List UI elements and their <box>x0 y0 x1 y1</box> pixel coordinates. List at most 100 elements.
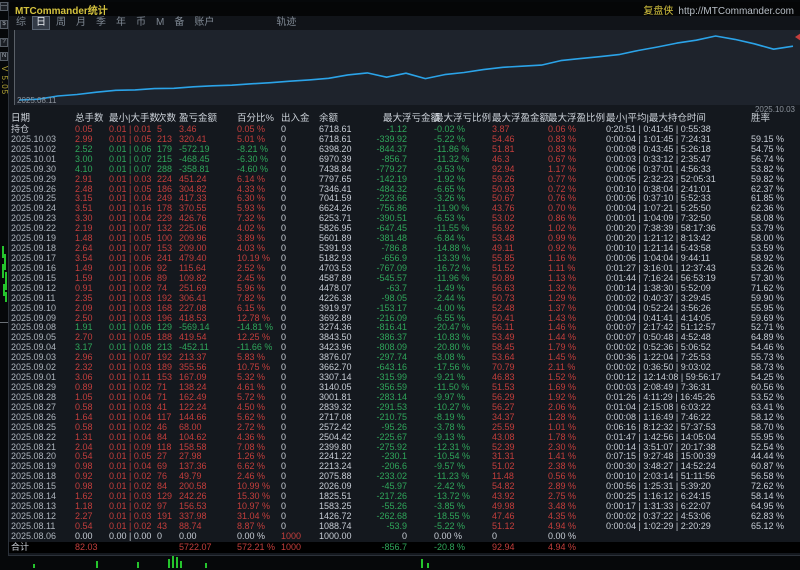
row-label: 2025.08.22 <box>11 433 75 443</box>
cell-max-float-profit: 92.94 <box>492 542 548 553</box>
column-spacer <box>407 383 434 393</box>
menu-item-4[interactable]: 月 <box>73 17 89 29</box>
candle-bar <box>2 264 4 278</box>
cell-min-max-lots: 0.01 | 0.04 <box>109 433 157 443</box>
cell-max-float-loss: -225.67 <box>369 433 407 443</box>
menu-item-7[interactable]: 币 <box>133 17 149 29</box>
column-spacer <box>407 413 434 423</box>
menu-item-3[interactable]: 周 <box>53 17 69 29</box>
total-row-band: 合计82.035722.07572.21 %1000-856.7-20.8 %9… <box>9 542 800 553</box>
cell-pnl: 5722.07 <box>179 542 237 553</box>
menu-item-5[interactable]: 季 <box>93 17 109 29</box>
column-spacer <box>407 214 434 224</box>
volume-bar <box>168 559 170 568</box>
column-spacer <box>407 274 434 284</box>
total-row[interactable]: 合计82.035722.07572.21 %1000-856.7-20.8 %9… <box>11 542 800 553</box>
column-spacer <box>407 264 434 274</box>
cell-hold-times: 0:00:04 | 1:02:29 | 2:20:29 <box>606 522 751 532</box>
menu-item-10[interactable]: 账户 <box>191 17 217 29</box>
cell-deposit: 0 <box>281 135 319 145</box>
cell-hold-times: 0:01:47 | 1:42:56 | 14:05:04 <box>606 433 751 443</box>
cell-trade-count: 0 <box>157 532 179 542</box>
table-row[interactable]: 2025.08.060.000.00 | 0.0000.000.00 %1000… <box>11 532 799 542</box>
column-spacer <box>407 125 434 135</box>
cell-hold-times <box>606 532 751 542</box>
col-header-pnl: 盈亏金额 <box>179 110 237 124</box>
cell-deposit: 1000 <box>281 532 319 542</box>
stats-window: MTCommander统计 复盘侠http://MTCommander.com … <box>8 2 800 556</box>
help-icon[interactable]: ? <box>0 38 8 47</box>
cell-pnl: 0.00 <box>179 532 237 542</box>
column-spacer <box>407 403 434 413</box>
table-row[interactable]: 2025.08.221.310.01 | 0.0484104.624.36 %0… <box>11 433 799 443</box>
column-spacer <box>407 175 434 185</box>
column-spacer <box>407 373 434 383</box>
cell-deposit: 0 <box>281 423 319 433</box>
minimize-icon[interactable]: — <box>0 2 8 11</box>
menu-item-8[interactable]: M <box>153 17 167 29</box>
cell-deposit: 0 <box>281 482 319 492</box>
cell-deposit: 0 <box>281 383 319 393</box>
cell-deposit: 0 <box>281 363 319 373</box>
n-icon[interactable]: N <box>0 52 8 61</box>
column-spacer <box>407 234 434 244</box>
cell-deposit: 0 <box>281 333 319 343</box>
cell-deposit: 0 <box>281 165 319 175</box>
menu-item-1[interactable]: 综 <box>13 17 29 29</box>
cell-deposit: 0 <box>281 194 319 204</box>
transfer-icon[interactable]: $ <box>0 20 8 29</box>
cell-min-max-lots: 0.00 | 0.00 <box>109 532 157 542</box>
cell-deposit: 0 <box>281 443 319 453</box>
cell-max-float-profit-pct: 0.00 % <box>548 532 606 542</box>
cell-deposit: 0 <box>281 234 319 244</box>
cell-deposit: 0 <box>281 462 319 472</box>
column-spacer <box>407 145 434 155</box>
cell-deposit: 0 <box>281 175 319 185</box>
cell-deposit: 0 <box>281 125 319 135</box>
column-spacer <box>407 165 434 175</box>
candle-bar <box>5 272 7 290</box>
cell-deposit: 1000 <box>281 542 319 553</box>
cell-total-lots: 82.03 <box>75 542 109 553</box>
column-spacer <box>407 194 434 204</box>
row-label: 2025.08.06 <box>11 532 75 542</box>
cell-win-rate: 65.12 % <box>751 522 791 532</box>
cell-pnl-pct: 572.21 % <box>237 542 281 553</box>
cell-deposit: 0 <box>281 185 319 195</box>
menu-item-9[interactable]: 备 <box>171 17 187 29</box>
menu-item-6[interactable]: 年 <box>113 17 129 29</box>
cell-total-lots: 0.00 <box>75 532 109 542</box>
cell-max-float-loss-pct: -20.8 % <box>434 542 492 553</box>
col-header-max-float-loss: 最大浮亏金额 <box>369 110 434 124</box>
cell-deposit: 0 <box>281 492 319 502</box>
column-spacer <box>407 462 434 472</box>
cell-deposit: 0 <box>281 343 319 353</box>
cell-deposit: 0 <box>281 373 319 383</box>
column-spacer <box>407 482 434 492</box>
window-titlebar[interactable]: MTCommander统计 复盘侠http://MTCommander.com <box>9 2 800 16</box>
cell-deposit: 0 <box>281 284 319 294</box>
column-spacer <box>407 294 434 304</box>
volume-bar <box>33 564 35 568</box>
menu-item-track[interactable]: 轨迹 <box>273 17 299 29</box>
equity-curve-svg <box>15 30 800 105</box>
column-spacer <box>407 452 434 462</box>
cell-deposit: 0 <box>281 264 319 274</box>
column-spacer <box>407 542 434 553</box>
cell-deposit: 0 <box>281 224 319 234</box>
column-spacer <box>407 492 434 502</box>
brand-url[interactable]: http://MTCommander.com <box>678 6 794 17</box>
cell-max-float-profit: 43.08 <box>492 433 548 443</box>
cell-win-rate <box>751 542 791 553</box>
column-spacer <box>407 343 434 353</box>
column-spacer <box>407 323 434 333</box>
volume-bar <box>427 563 429 568</box>
cell-max-float-loss-pct: -9.13 % <box>434 433 492 443</box>
cell-deposit: 0 <box>281 353 319 363</box>
cell-max-float-profit: 51.12 <box>492 522 548 532</box>
cell-pnl-pct: 4.36 % <box>237 433 281 443</box>
cell-deposit: 0 <box>281 314 319 324</box>
cell-win-rate: 55.95 % <box>751 433 791 443</box>
cell-max-float-loss: 0 <box>369 532 407 542</box>
menu-item-2[interactable]: 日 <box>33 17 49 29</box>
